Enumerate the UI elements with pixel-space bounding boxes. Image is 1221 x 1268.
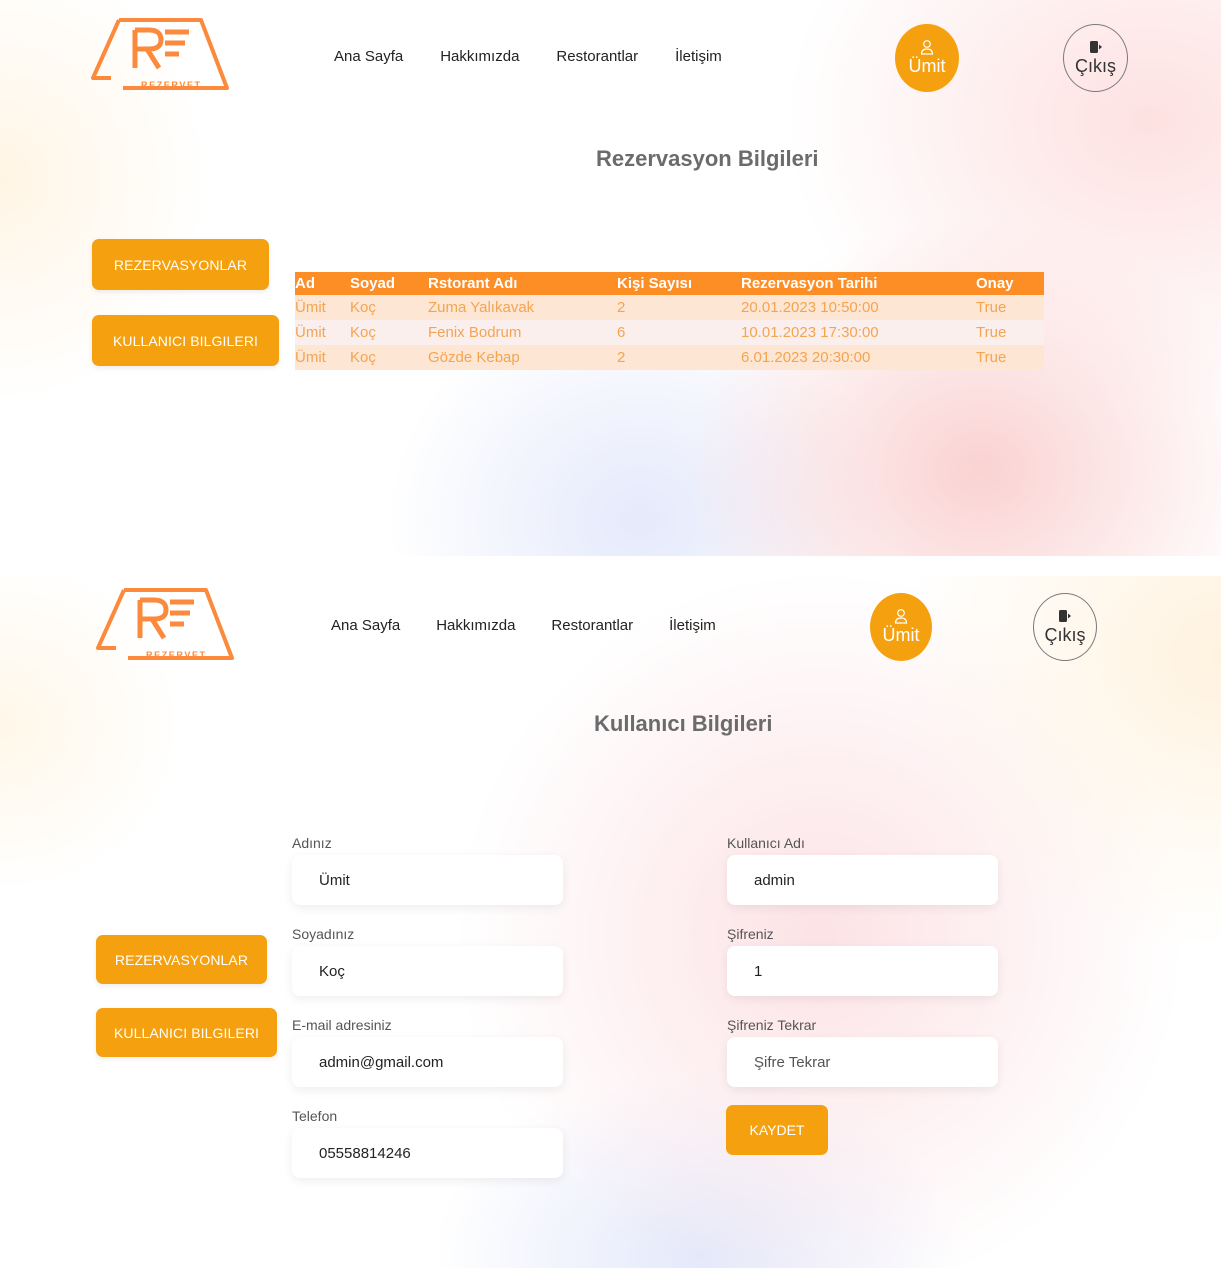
logo-text: REZERVET bbox=[146, 650, 207, 660]
cell-restaurant: Zuma Yalıkavak bbox=[428, 295, 617, 320]
password-label: Şifreniz bbox=[727, 926, 774, 942]
logo-text: REZERVET bbox=[141, 80, 202, 90]
cell-first-name: Ümit bbox=[295, 295, 350, 320]
reservations-button[interactable]: REZERVASYONLAR bbox=[96, 935, 267, 984]
logo-graphic: REZERVET bbox=[96, 588, 234, 660]
main-nav: Ana Sayfa Hakkımızda Restorantlar İletiş… bbox=[334, 48, 722, 65]
last-name-label: Soyadınız bbox=[292, 926, 355, 942]
table-header-row: Ad Soyad Rstorant Adı Kişi Sayısı Rezerv… bbox=[295, 272, 1044, 295]
user-icon bbox=[920, 40, 934, 55]
user-info-button[interactable]: KULLANICI BILGILERI bbox=[92, 315, 279, 366]
cell-first-name: Ümit bbox=[295, 345, 350, 370]
cell-first-name: Ümit bbox=[295, 320, 350, 345]
table-row: Ümit Koç Fenix Bodrum 6 10.01.2023 17:30… bbox=[295, 320, 1044, 345]
phone-label: Telefon bbox=[292, 1108, 338, 1124]
user-info-button[interactable]: KULLANICI BILGILERI bbox=[96, 1008, 277, 1057]
cell-last-name: Koç bbox=[350, 320, 428, 345]
main-nav: Ana Sayfa Hakkımızda Restorantlar İletiş… bbox=[331, 617, 716, 634]
nav-restaurants[interactable]: Restorantlar bbox=[556, 48, 638, 65]
logout-button[interactable]: Çıkış bbox=[1033, 593, 1097, 661]
col-guest-count: Kişi Sayısı bbox=[617, 272, 741, 295]
table-row: Ümit Koç Gözde Kebap 2 6.01.2023 20:30:0… bbox=[295, 345, 1044, 370]
password-field[interactable] bbox=[727, 946, 998, 996]
user-name: Ümit bbox=[882, 625, 920, 645]
cell-approval: True bbox=[976, 295, 1044, 320]
phone-field[interactable] bbox=[292, 1128, 563, 1178]
col-reservation-date: Rezervasyon Tarihi bbox=[741, 272, 976, 295]
logout-button[interactable]: Çıkış bbox=[1063, 24, 1128, 92]
logout-label: Çıkış bbox=[1044, 624, 1086, 645]
reservations-table: Ad Soyad Rstorant Adı Kişi Sayısı Rezerv… bbox=[295, 272, 1044, 370]
col-first-name: Ad bbox=[295, 272, 350, 295]
table-row: Ümit Koç Zuma Yalıkavak 2 20.01.2023 10:… bbox=[295, 295, 1044, 320]
nav-contact[interactable]: İletişim bbox=[669, 617, 716, 634]
rezervet-logo[interactable]: REZERVET bbox=[94, 586, 234, 662]
cell-approval: True bbox=[976, 345, 1044, 370]
cell-restaurant: Fenix Bodrum bbox=[428, 320, 617, 345]
user-icon bbox=[894, 609, 908, 624]
nav-home[interactable]: Ana Sayfa bbox=[331, 617, 400, 634]
nav-restaurants[interactable]: Restorantlar bbox=[551, 617, 633, 634]
cell-guest-count: 6 bbox=[617, 320, 741, 345]
cell-approval: True bbox=[976, 320, 1044, 345]
cell-last-name: Koç bbox=[350, 345, 428, 370]
rezervet-logo[interactable]: REZERVET bbox=[89, 16, 229, 92]
nav-home[interactable]: Ana Sayfa bbox=[334, 48, 403, 65]
col-restaurant: Rstorant Adı bbox=[428, 272, 617, 295]
logout-label: Çıkış bbox=[1074, 55, 1116, 76]
cell-guest-count: 2 bbox=[617, 345, 741, 370]
user-profile-button[interactable]: Ümit bbox=[895, 24, 959, 92]
logout-icon bbox=[1089, 40, 1102, 53]
cell-last-name: Koç bbox=[350, 295, 428, 320]
cell-reservation-date: 6.01.2023 20:30:00 bbox=[741, 345, 976, 370]
password-repeat-label: Şifreniz Tekrar bbox=[727, 1017, 817, 1033]
cell-reservation-date: 10.01.2023 17:30:00 bbox=[741, 320, 976, 345]
nav-contact[interactable]: İletişim bbox=[675, 48, 722, 65]
first-name-label: Adınız bbox=[292, 835, 332, 851]
cell-reservation-date: 20.01.2023 10:50:00 bbox=[741, 295, 976, 320]
logo-graphic: REZERVET bbox=[91, 18, 229, 90]
col-last-name: Soyad bbox=[350, 272, 428, 295]
email-label: E-mail adresiniz bbox=[292, 1017, 392, 1033]
cell-guest-count: 2 bbox=[617, 295, 741, 320]
col-approval: Onay bbox=[976, 272, 1044, 295]
user-name: Ümit bbox=[908, 56, 946, 76]
nav-about[interactable]: Hakkımızda bbox=[436, 617, 515, 634]
save-button[interactable]: KAYDET bbox=[726, 1105, 828, 1155]
user-profile-button[interactable]: Ümit bbox=[870, 593, 932, 661]
cell-restaurant: Gözde Kebap bbox=[428, 345, 617, 370]
username-label: Kullanıcı Adı bbox=[727, 835, 805, 851]
reservations-panel: REZERVET Ana Sayfa Hakkımızda Restorantl… bbox=[0, 0, 1221, 556]
password-repeat-field[interactable] bbox=[727, 1037, 998, 1087]
username-field[interactable] bbox=[727, 855, 998, 905]
user-info-panel: REZERVET Ana Sayfa Hakkımızda Restorantl… bbox=[0, 576, 1221, 1268]
email-field[interactable] bbox=[292, 1037, 563, 1087]
nav-about[interactable]: Hakkımızda bbox=[440, 48, 519, 65]
page-title: Kullanıcı Bilgileri bbox=[594, 711, 773, 736]
last-name-field[interactable] bbox=[292, 946, 563, 996]
logout-icon bbox=[1059, 609, 1071, 622]
page-title: Rezervasyon Bilgileri bbox=[596, 146, 819, 171]
first-name-field[interactable] bbox=[292, 855, 563, 905]
reservations-button[interactable]: REZERVASYONLAR bbox=[92, 239, 269, 290]
